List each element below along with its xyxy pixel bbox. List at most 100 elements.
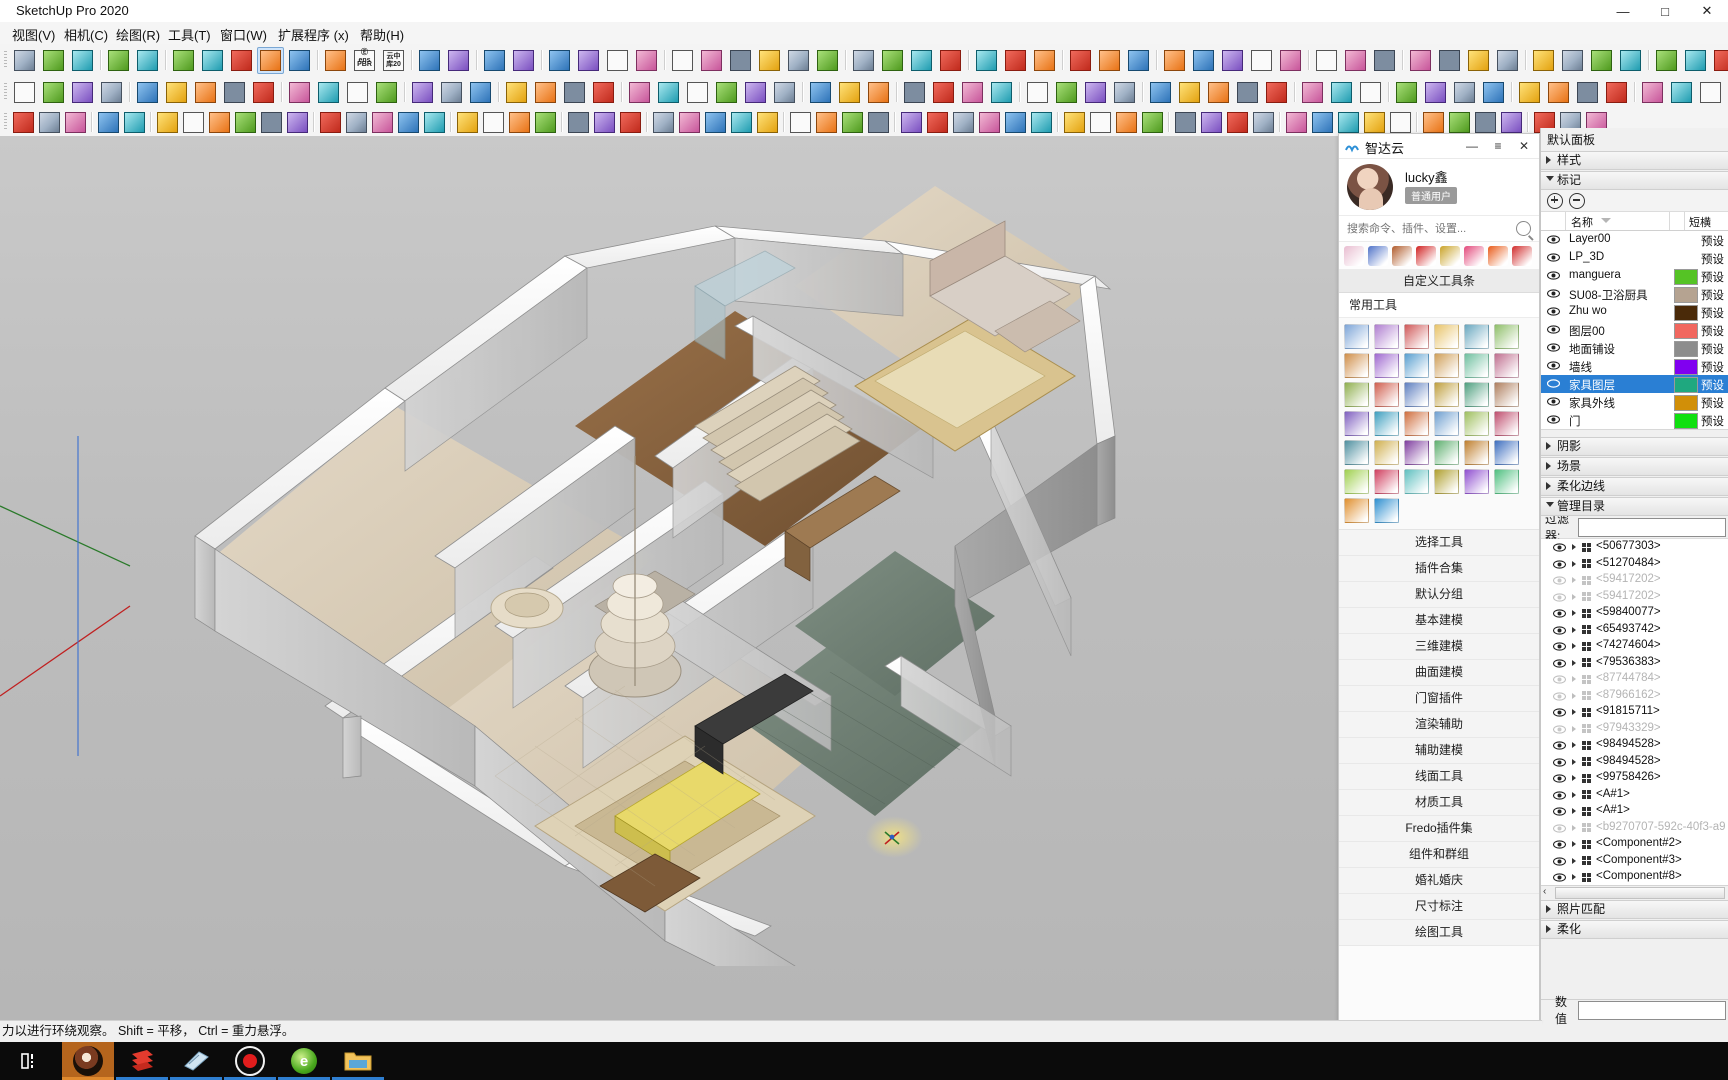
- toolbar3-icon-49[interactable]: [1362, 110, 1386, 134]
- toolbar1-icon-4[interactable]: [134, 47, 161, 74]
- zhida-favorite-icon-6[interactable]: [1488, 245, 1508, 266]
- measurement-input[interactable]: [1578, 1000, 1726, 1020]
- toolbar1-icon-29[interactable]: [908, 47, 935, 74]
- zhida-plugin-icon-22[interactable]: [1463, 411, 1489, 436]
- toolbar3-icon-5[interactable]: [155, 110, 179, 134]
- zhida-plugin-icon-10[interactable]: [1463, 353, 1489, 378]
- toolbar2-icon-41[interactable]: [1263, 79, 1290, 106]
- toolbar1-icon-39[interactable]: [1219, 47, 1246, 74]
- toolbar3-icon-51[interactable]: [1421, 110, 1445, 134]
- toolbar3-icon-15[interactable]: [422, 110, 446, 134]
- eye-hidden-icon[interactable]: [1552, 691, 1567, 701]
- toolbar1-icon-48[interactable]: [1494, 47, 1521, 74]
- toolbar1-icon-6[interactable]: [199, 47, 226, 74]
- search-input[interactable]: [1345, 219, 1509, 239]
- toolbar2-icon-43[interactable]: [1328, 79, 1355, 106]
- eye-visible-icon[interactable]: [1552, 807, 1567, 816]
- toolbar2-icon-29[interactable]: [901, 79, 928, 106]
- taskbar-media-player-app[interactable]: [62, 1042, 114, 1080]
- zhida-plugin-icon-34[interactable]: [1463, 469, 1489, 494]
- toolbar1-icon-17[interactable]: [546, 47, 573, 74]
- zhida-plugin-icon-24[interactable]: [1343, 440, 1369, 465]
- maximize-button[interactable]: □: [1644, 0, 1686, 22]
- layer-row[interactable]: LP_3D 预设: [1541, 249, 1728, 267]
- zhida-category-12[interactable]: 组件和群组: [1339, 842, 1539, 868]
- eye-visible-icon[interactable]: [1552, 625, 1567, 635]
- toolbar3-icon-50[interactable]: [1388, 110, 1412, 134]
- expand-arrow-icon[interactable]: [1572, 577, 1576, 583]
- toolbar3-icon-24[interactable]: [677, 110, 701, 134]
- zhida-plugin-icon-25[interactable]: [1373, 440, 1399, 465]
- outliner-row[interactable]: <Component#2>: [1541, 836, 1728, 853]
- toolbar3-icon-47[interactable]: [1310, 110, 1334, 134]
- eye-visible-icon[interactable]: [1552, 873, 1567, 882]
- toolbar2-icon-15[interactable]: [467, 79, 494, 106]
- toolbar3-icon-16[interactable]: [455, 110, 479, 134]
- expand-arrow-icon[interactable]: [1572, 610, 1576, 616]
- taskbar-layout-app[interactable]: [170, 1042, 222, 1080]
- toolbar2-icon-1[interactable]: [40, 79, 67, 106]
- toolbar1-icon-26[interactable]: [814, 47, 841, 74]
- toolbar2-icon-53[interactable]: [1639, 79, 1666, 106]
- toolbar1-icon-1[interactable]: [40, 47, 67, 74]
- eye-visible-icon[interactable]: [1552, 559, 1567, 569]
- eye-visible-icon[interactable]: [1546, 325, 1561, 334]
- toolbar1-icon-20[interactable]: [633, 47, 660, 74]
- outliner-row[interactable]: <91815711>: [1541, 704, 1728, 721]
- toolbar3-icon-20[interactable]: [566, 110, 590, 134]
- toolbar2-icon-19[interactable]: [590, 79, 617, 106]
- menu-item-help[interactable]: 帮助(H): [358, 25, 406, 44]
- toolbar2-icon-7[interactable]: [221, 79, 248, 106]
- eye-visible-icon[interactable]: [1552, 642, 1567, 651]
- zhida-category-5[interactable]: 曲面建模: [1339, 660, 1539, 686]
- toolbar-grip[interactable]: [2, 111, 10, 133]
- expand-arrow-icon[interactable]: [1572, 643, 1576, 649]
- toolbar3-icon-33[interactable]: [925, 110, 949, 134]
- toolbar3-icon-53[interactable]: [1473, 110, 1497, 134]
- toolbar1-icon-43[interactable]: [1342, 47, 1369, 74]
- zhida-category-11[interactable]: Fredo插件集: [1339, 816, 1539, 842]
- toolbar1-icon-18[interactable]: [575, 47, 602, 74]
- zhida-category-3[interactable]: 基本建模: [1339, 608, 1539, 634]
- taskbar-browser-app[interactable]: e: [278, 1042, 330, 1080]
- eye-hidden-icon[interactable]: [1552, 675, 1567, 684]
- eye-visible-icon[interactable]: [1552, 658, 1567, 668]
- layer-row[interactable]: Layer00 预设: [1541, 231, 1728, 249]
- layer-dash-value[interactable]: 预设: [1701, 323, 1724, 339]
- toolbar1-icon-42[interactable]: [1313, 47, 1340, 74]
- toolbar2-icon-35[interactable]: [1082, 79, 1109, 106]
- toolbar3-icon-52[interactable]: [1447, 110, 1471, 134]
- toolbar2-icon-30[interactable]: [930, 79, 957, 106]
- zhida-plugin-icon-35[interactable]: [1493, 469, 1519, 494]
- eye-visible-icon[interactable]: [1546, 289, 1561, 298]
- eye-hidden-icon[interactable]: [1552, 576, 1567, 585]
- zhida-favorite-icon-0[interactable]: [1344, 245, 1364, 266]
- toolbar2-icon-55[interactable]: [1697, 79, 1724, 106]
- toolbar3-icon-25[interactable]: [703, 110, 727, 134]
- outliner-row[interactable]: <59417202>: [1541, 572, 1728, 589]
- toolbar2-icon-0[interactable]: [11, 79, 38, 106]
- expand-arrow-icon[interactable]: [1572, 626, 1576, 633]
- scroll-left-arrow-icon[interactable]: ‹: [1543, 887, 1546, 897]
- layer-list-scrollbar[interactable]: [1541, 429, 1728, 436]
- toolbar2-icon-52[interactable]: [1603, 79, 1630, 106]
- outliner-row[interactable]: <59417202>: [1541, 589, 1728, 606]
- toolbar3-icon-2[interactable]: [63, 110, 87, 134]
- outliner-row[interactable]: <97943329>: [1541, 721, 1728, 738]
- outliner-row[interactable]: <65493742>: [1541, 622, 1728, 639]
- toolbar3-icon-45[interactable]: [1251, 110, 1275, 134]
- zhida-plugin-icon-7[interactable]: [1373, 353, 1399, 378]
- zhida-plugin-icon-20[interactable]: [1403, 411, 1429, 436]
- toolbar2-icon-13[interactable]: [409, 79, 436, 106]
- toolbar2-icon-28[interactable]: [865, 79, 892, 106]
- toolbar3-icon-46[interactable]: [1284, 110, 1308, 134]
- toolbar1-icon-52[interactable]: [1617, 47, 1644, 74]
- toolbar3-icon-18[interactable]: [507, 110, 531, 134]
- outliner-row[interactable]: <87744784>: [1541, 671, 1728, 688]
- toolbar1-icon-3[interactable]: [105, 47, 132, 74]
- expand-arrow-icon[interactable]: [1572, 676, 1576, 682]
- eye-visible-icon[interactable]: [1546, 343, 1561, 352]
- outliner-row[interactable]: <Component#3>: [1541, 853, 1728, 870]
- layer-row[interactable]: 图层00 预设: [1541, 321, 1728, 339]
- toolbar1-icon-53[interactable]: [1653, 47, 1680, 74]
